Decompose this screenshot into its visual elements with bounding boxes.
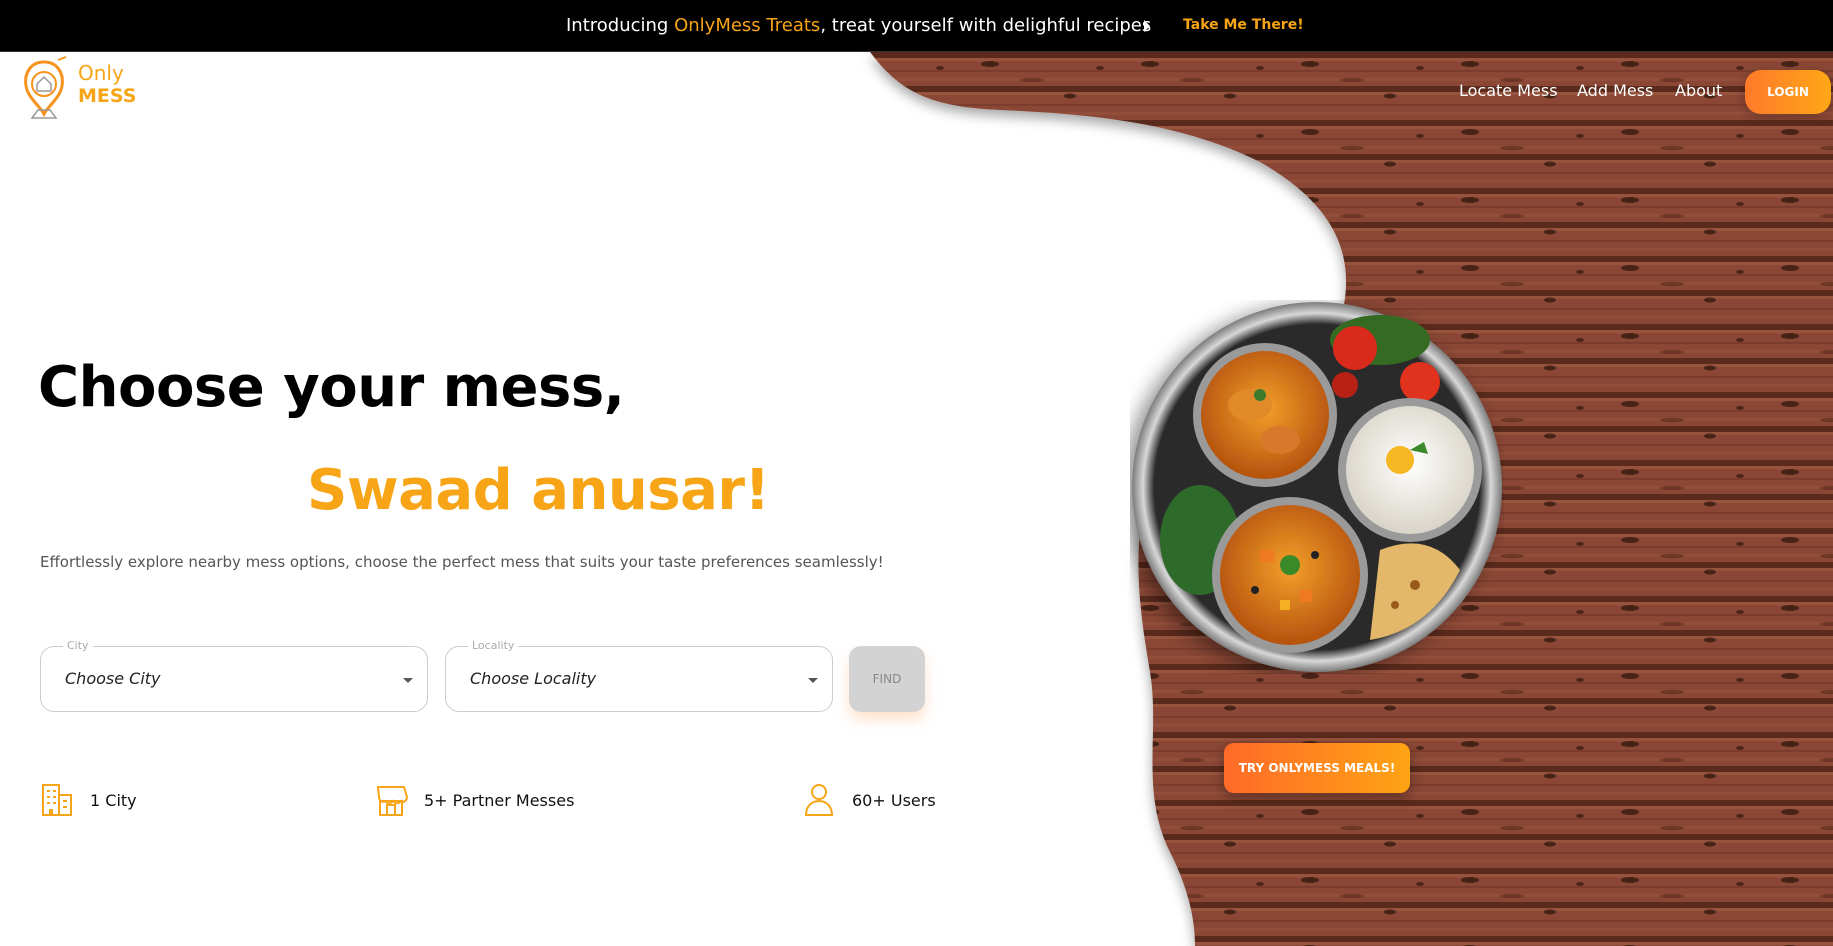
building-icon bbox=[42, 784, 72, 816]
login-button[interactable]: LOGIN bbox=[1745, 70, 1831, 114]
announcement-highlight: OnlyMess Treats bbox=[674, 15, 821, 36]
thali-food-image bbox=[1132, 302, 1502, 672]
stat-users-label: 60+ Users bbox=[852, 791, 936, 810]
user-icon bbox=[804, 784, 834, 816]
locality-select-value: Choose Locality bbox=[470, 669, 597, 688]
hero-background bbox=[0, 52, 1833, 946]
find-button[interactable]: FIND bbox=[849, 646, 925, 712]
nav-locate-mess[interactable]: Locate Mess bbox=[1459, 81, 1558, 100]
hero-title: Choose your mess, bbox=[38, 355, 625, 420]
stat-partner-messes-label: 5+ Partner Messes bbox=[424, 791, 575, 810]
stat-cities-label: 1 City bbox=[90, 791, 137, 810]
logo-text-only: Only bbox=[78, 61, 124, 85]
logo-text-mess: MESS bbox=[78, 85, 137, 107]
chevron-down-icon bbox=[403, 678, 413, 683]
hero-description: Effortlessly explore nearby mess options… bbox=[40, 553, 884, 571]
announcement-suffix: , treat yourself with delighful recipes bbox=[820, 15, 1152, 36]
announcement-prefix: Introducing bbox=[566, 15, 675, 36]
announcement-bar: Introducing OnlyMess Treats, treat yours… bbox=[0, 0, 1833, 52]
chevron-down-icon bbox=[808, 678, 818, 683]
city-select[interactable]: City Choose City bbox=[40, 639, 428, 712]
store-icon bbox=[376, 786, 408, 816]
caret-right-icon bbox=[1144, 20, 1150, 32]
announcement-text: Introducing OnlyMess Treats, treat yours… bbox=[566, 15, 1151, 36]
city-select-value: Choose City bbox=[65, 669, 161, 688]
locality-select[interactable]: Locality Choose Locality bbox=[445, 639, 833, 712]
take-me-there-link[interactable]: Take Me There! bbox=[1183, 17, 1304, 33]
city-select-label: City bbox=[63, 639, 93, 652]
try-onlymess-meals-button[interactable]: TRY ONLYMESS MEALS! bbox=[1224, 743, 1410, 793]
nav-add-mess[interactable]: Add Mess bbox=[1577, 81, 1653, 100]
nav-about[interactable]: About bbox=[1675, 81, 1722, 100]
wood-panel-graphic bbox=[870, 52, 1833, 946]
locality-select-label: Locality bbox=[468, 639, 519, 652]
hero-subtitle: Swaad anusar! bbox=[307, 458, 770, 523]
